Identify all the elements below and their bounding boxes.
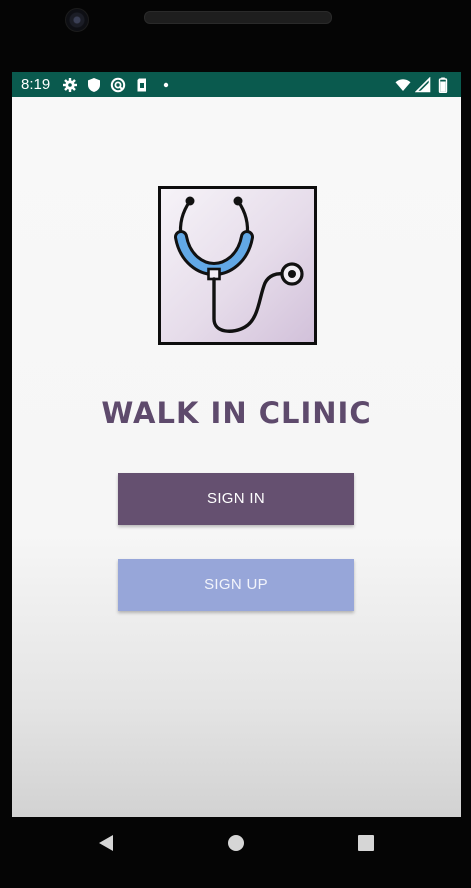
sim-card-icon <box>134 77 150 93</box>
vpn-key-icon <box>110 77 126 93</box>
app-screen: 8:19 WALK IN CLINIC SIGN IN SIGN UP <box>12 72 461 817</box>
wifi-icon <box>395 77 411 93</box>
status-system-icons <box>395 76 451 93</box>
phone-frame: 8:19 WALK IN CLINIC SIGN IN SIGN UP <box>0 0 471 888</box>
earpiece-speaker <box>144 11 332 24</box>
gear-icon <box>62 77 78 93</box>
navigation-bar <box>0 817 471 869</box>
front-camera <box>65 8 89 32</box>
sign-up-button[interactable]: SIGN UP <box>118 559 354 611</box>
cell-signal-icon <box>415 76 431 93</box>
home-icon[interactable] <box>226 833 246 853</box>
status-bar: 8:19 <box>12 72 461 97</box>
notification-dot-icon <box>158 77 174 93</box>
app-title: WALK IN CLINIC <box>101 396 372 430</box>
recents-icon[interactable] <box>356 833 376 853</box>
app-logo <box>158 186 317 345</box>
battery-icon <box>435 77 451 93</box>
shield-icon <box>86 77 102 93</box>
stethoscope-icon <box>174 196 304 333</box>
status-notification-icons <box>62 76 174 93</box>
status-time: 8:19 <box>21 76 51 93</box>
back-icon[interactable] <box>96 833 116 853</box>
sign-in-button[interactable]: SIGN IN <box>118 473 354 525</box>
